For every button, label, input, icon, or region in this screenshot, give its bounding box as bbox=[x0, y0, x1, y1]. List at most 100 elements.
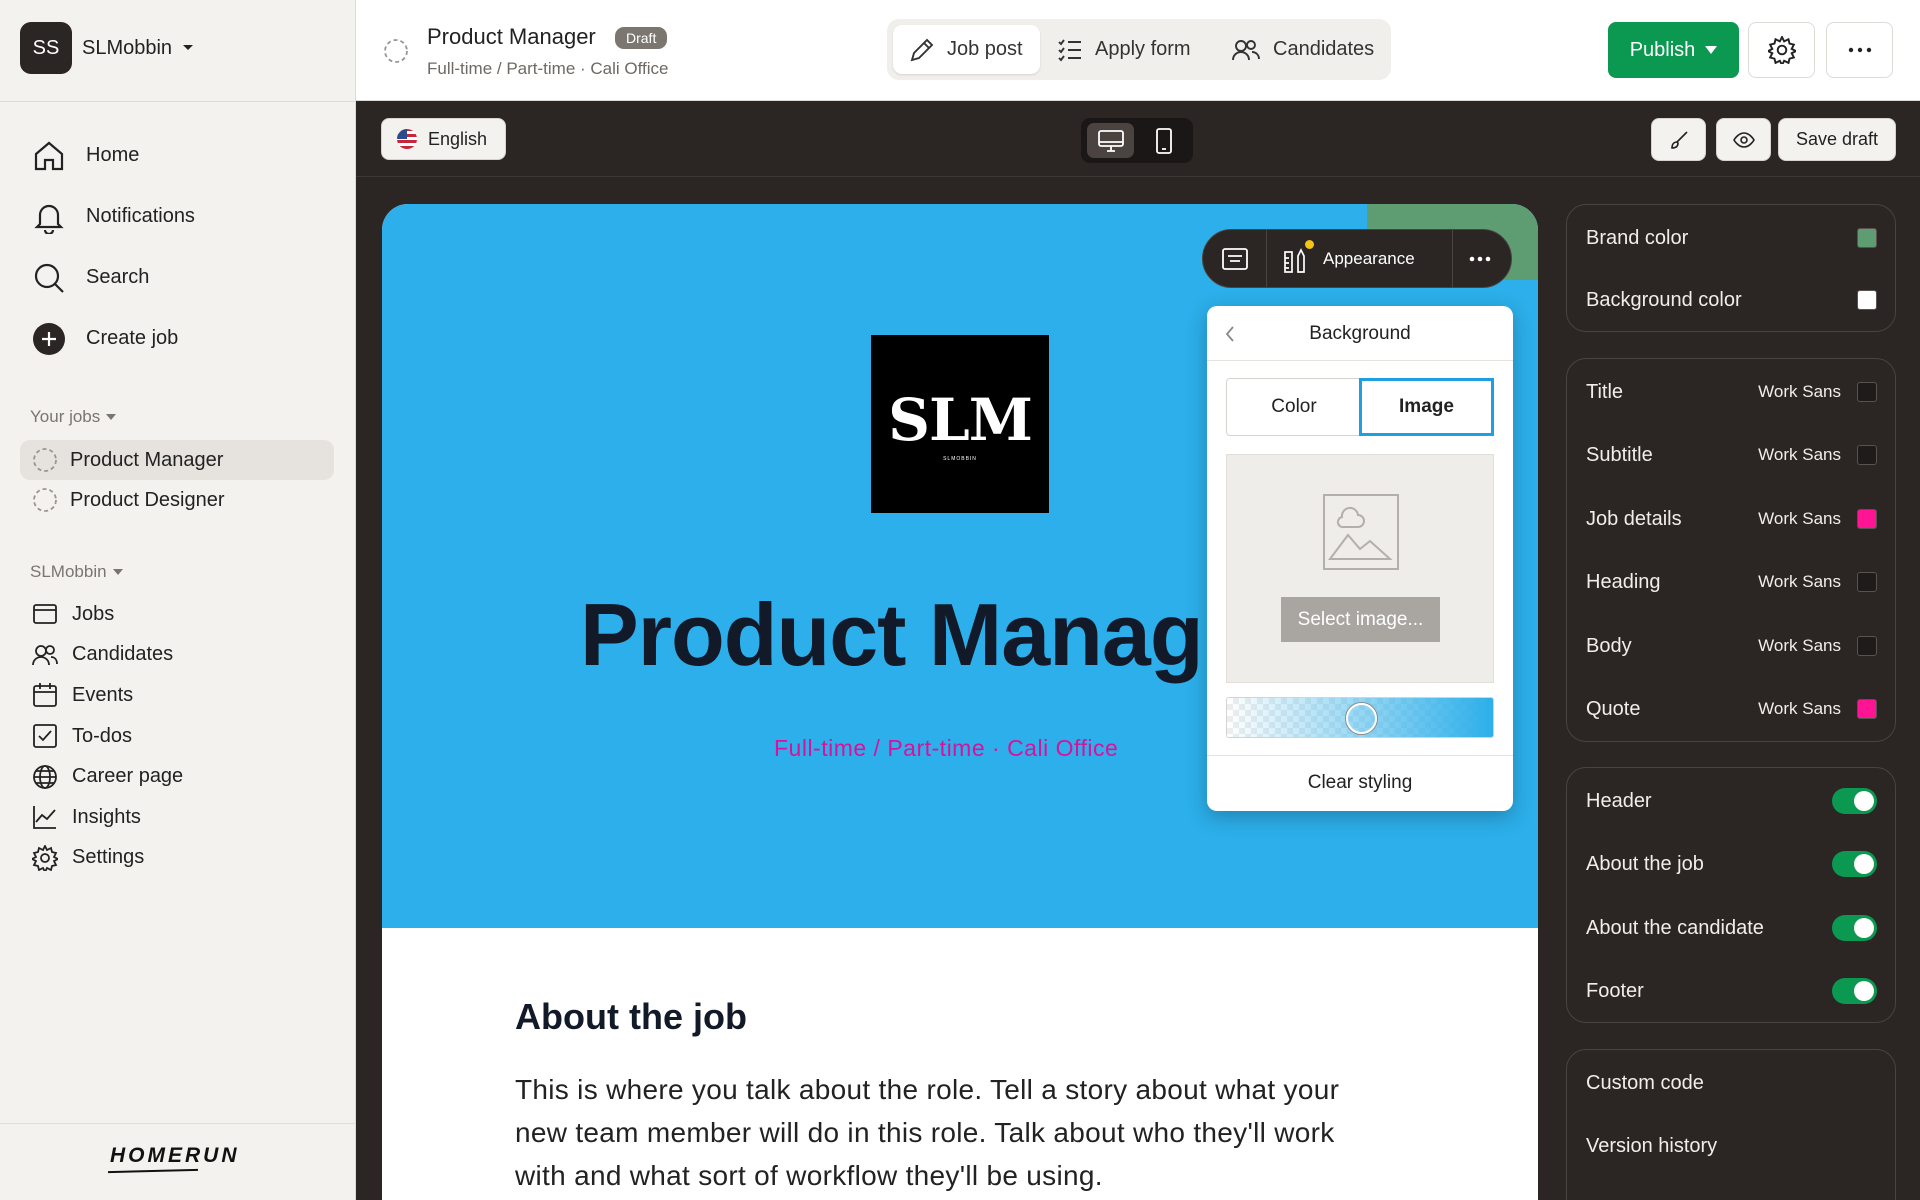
about-body[interactable]: This is where you talk about the role. T… bbox=[515, 1068, 1375, 1197]
caret-down-icon bbox=[112, 569, 123, 575]
appearance-button[interactable]: Appearance bbox=[1283, 230, 1448, 287]
font-name: Work Sans bbox=[1758, 382, 1841, 401]
job-item-product-designer[interactable]: Product Designer bbox=[20, 480, 334, 520]
save-draft-button[interactable]: Save draft bbox=[1778, 118, 1896, 161]
text-color-swatch[interactable] bbox=[1857, 699, 1877, 719]
typography-row-body[interactable]: Body Work Sans bbox=[1586, 631, 1877, 661]
typography-row-quote[interactable]: Quote Work Sans bbox=[1586, 694, 1877, 724]
desktop-view-button[interactable] bbox=[1087, 123, 1134, 158]
candidates-icon bbox=[1232, 39, 1260, 60]
text-color-swatch[interactable] bbox=[1857, 445, 1877, 465]
slider-knob[interactable] bbox=[1345, 703, 1377, 734]
opacity-slider[interactable] bbox=[1226, 697, 1494, 738]
nav-notifications-label: Notifications bbox=[86, 205, 195, 227]
your-jobs-section-title[interactable]: Your jobs bbox=[30, 407, 117, 427]
custom-code-link[interactable]: Custom code bbox=[1586, 1068, 1877, 1098]
nav-jobs[interactable]: Jobs bbox=[20, 594, 340, 635]
dashed-circle-icon bbox=[33, 448, 57, 472]
workspace-switcher[interactable]: SS SLMobbin bbox=[20, 22, 194, 74]
typography-label: Subtitle bbox=[1586, 443, 1653, 466]
tab-job-post[interactable]: Job post bbox=[893, 25, 1040, 74]
image-placeholder-icon bbox=[1323, 494, 1399, 570]
section-more-button[interactable] bbox=[1469, 230, 1499, 287]
nav-candidates[interactable]: Candidates bbox=[20, 635, 340, 676]
font-name: Work Sans bbox=[1758, 445, 1841, 464]
hero-title[interactable]: Product Manag bbox=[580, 584, 1204, 686]
section-floating-toolbar: Appearance bbox=[1202, 229, 1512, 288]
select-image-button[interactable]: Select image... bbox=[1281, 597, 1440, 642]
tab-image[interactable]: Image bbox=[1359, 378, 1494, 436]
typography-row-heading[interactable]: Heading Work Sans bbox=[1586, 567, 1877, 597]
nav-todos[interactable]: To-dos bbox=[20, 716, 340, 757]
workspace-name: SLMobbin bbox=[82, 36, 173, 59]
typography-row-subtitle[interactable]: Subtitle Work Sans bbox=[1586, 440, 1877, 470]
company-logo[interactable]: SLM SLMOBBIN bbox=[871, 335, 1049, 513]
search-icon bbox=[34, 263, 64, 293]
settings-button[interactable] bbox=[1748, 22, 1815, 78]
section-label: Header bbox=[1586, 789, 1652, 812]
text-color-swatch[interactable] bbox=[1857, 572, 1877, 592]
custom-code-label: Custom code bbox=[1586, 1071, 1704, 1094]
tab-apply-form[interactable]: Apply form bbox=[1049, 25, 1209, 74]
toolbar-separator bbox=[1452, 230, 1453, 287]
font-name: Work Sans bbox=[1758, 572, 1841, 591]
job-item-label: Product Designer bbox=[70, 488, 225, 511]
nav-search[interactable]: Search bbox=[20, 247, 340, 308]
workspace-section-title[interactable]: SLMobbin bbox=[30, 562, 123, 582]
sidebar: SS SLMobbin Home Notifications Search Cr… bbox=[0, 0, 356, 1200]
job-item-label: Product Manager bbox=[70, 448, 224, 471]
job-item-product-manager[interactable]: Product Manager bbox=[20, 440, 334, 480]
desktop-icon bbox=[1097, 129, 1124, 152]
brand-color-row[interactable]: Brand color bbox=[1586, 223, 1877, 253]
background-color-row[interactable]: Background color bbox=[1586, 285, 1877, 315]
view-tabs: Job post Apply form Candidates bbox=[887, 19, 1391, 80]
font-name: Work Sans bbox=[1758, 636, 1841, 655]
language-selector[interactable]: English bbox=[381, 118, 506, 160]
main-nav: Home Notifications Search Create job bbox=[20, 125, 340, 369]
mobile-icon bbox=[1155, 127, 1172, 154]
section-toggle[interactable] bbox=[1832, 851, 1877, 877]
typography-row-job-details[interactable]: Job details Work Sans bbox=[1586, 504, 1877, 534]
section-toggle[interactable] bbox=[1832, 915, 1877, 941]
section-toggle[interactable] bbox=[1832, 978, 1877, 1004]
image-drop-area[interactable]: Select image... bbox=[1226, 454, 1494, 683]
nav-events-label: Events bbox=[72, 683, 134, 706]
nav-settings[interactable]: Settings bbox=[20, 838, 340, 879]
editor-toolbar: English Save draft bbox=[356, 101, 1920, 177]
homerun-logo: HOMERUN bbox=[110, 1144, 240, 1167]
background-color-swatch[interactable] bbox=[1857, 290, 1877, 310]
pencil-icon bbox=[910, 38, 934, 61]
brush-button[interactable] bbox=[1651, 118, 1706, 161]
typography-row-title[interactable]: Title Work Sans bbox=[1586, 377, 1877, 407]
nav-create-job[interactable]: Create job bbox=[20, 308, 340, 369]
save-draft-label: Save draft bbox=[1795, 129, 1879, 149]
nav-home[interactable]: Home bbox=[20, 125, 340, 186]
nav-events[interactable]: Events bbox=[20, 675, 340, 716]
background-color-label: Background color bbox=[1586, 288, 1742, 311]
typography-card: Title Work Sans Subtitle Work Sans Job d… bbox=[1566, 358, 1896, 742]
text-color-swatch[interactable] bbox=[1857, 509, 1877, 529]
tab-candidates[interactable]: Candidates bbox=[1223, 25, 1383, 74]
mobile-view-button[interactable] bbox=[1140, 123, 1187, 158]
more-options-button[interactable] bbox=[1826, 22, 1893, 78]
clear-styling-button[interactable]: Clear styling bbox=[1207, 772, 1513, 794]
section-layout-button[interactable] bbox=[1221, 230, 1261, 287]
preview-button[interactable] bbox=[1716, 118, 1771, 161]
dashed-circle-icon bbox=[384, 39, 408, 63]
layout-icon bbox=[1222, 247, 1248, 270]
hero-subtitle[interactable]: Full-time / Part-time · Cali Office bbox=[774, 735, 1118, 762]
section-toggle[interactable] bbox=[1832, 788, 1877, 814]
about-heading[interactable]: About the job bbox=[515, 996, 747, 1038]
nav-notifications[interactable]: Notifications bbox=[20, 186, 340, 247]
text-color-swatch[interactable] bbox=[1857, 636, 1877, 656]
brand-color-swatch[interactable] bbox=[1857, 228, 1877, 248]
publish-button[interactable]: Publish bbox=[1608, 22, 1739, 78]
text-color-swatch[interactable] bbox=[1857, 382, 1877, 402]
toolbar-separator bbox=[1266, 230, 1267, 287]
nav-career-page[interactable]: Career page bbox=[20, 756, 340, 797]
status-badge: Draft bbox=[615, 27, 668, 49]
nav-insights[interactable]: Insights bbox=[20, 797, 340, 838]
tab-color[interactable]: Color bbox=[1227, 379, 1361, 435]
version-history-link[interactable]: Version history bbox=[1586, 1131, 1877, 1161]
jobs-icon bbox=[33, 604, 57, 625]
